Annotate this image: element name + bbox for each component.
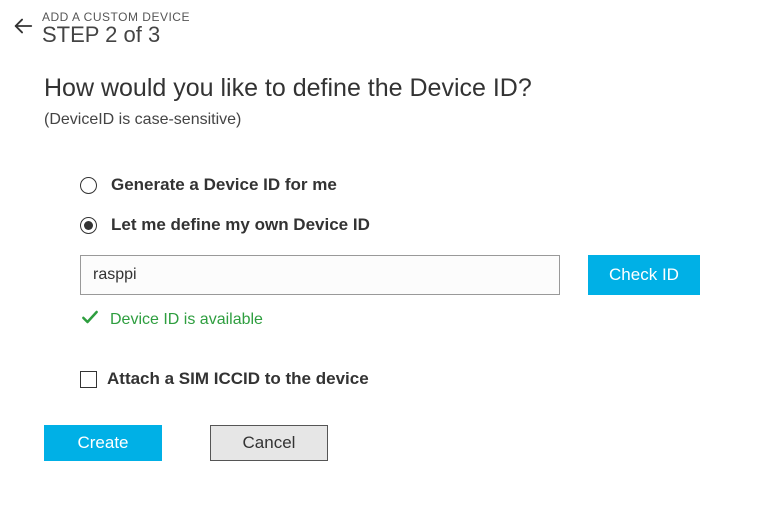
radio-icon-selected bbox=[80, 217, 97, 234]
availability-message: Device ID is available bbox=[110, 311, 263, 329]
form-panel: Generate a Device ID for me Let me defin… bbox=[44, 147, 736, 417]
page-title: How would you like to define the Device … bbox=[44, 74, 736, 103]
checkbox-icon bbox=[80, 371, 97, 388]
attach-sim-label: Attach a SIM ICCID to the device bbox=[107, 369, 369, 389]
check-id-button[interactable]: Check ID bbox=[588, 255, 700, 295]
attach-sim-checkbox[interactable]: Attach a SIM ICCID to the device bbox=[80, 369, 700, 389]
availability-status: Device ID is available bbox=[80, 307, 700, 333]
radio-define-label: Let me define my own Device ID bbox=[111, 215, 370, 235]
checkmark-icon bbox=[80, 307, 100, 333]
cancel-button[interactable]: Cancel bbox=[210, 425, 328, 461]
wizard-step: STEP 2 of 3 bbox=[42, 22, 190, 48]
radio-generate-label: Generate a Device ID for me bbox=[111, 175, 337, 195]
radio-define-own-device-id[interactable]: Let me define my own Device ID bbox=[80, 215, 700, 235]
device-id-input[interactable] bbox=[80, 255, 560, 295]
create-button[interactable]: Create bbox=[44, 425, 162, 461]
case-sensitive-note: (DeviceID is case-sensitive) bbox=[44, 111, 736, 129]
wizard-header: ADD A CUSTOM DEVICE STEP 2 of 3 bbox=[0, 0, 780, 56]
radio-icon bbox=[80, 177, 97, 194]
radio-generate-device-id[interactable]: Generate a Device ID for me bbox=[80, 175, 700, 195]
footer-buttons: Create Cancel bbox=[0, 417, 780, 461]
back-arrow-icon[interactable] bbox=[12, 15, 34, 41]
